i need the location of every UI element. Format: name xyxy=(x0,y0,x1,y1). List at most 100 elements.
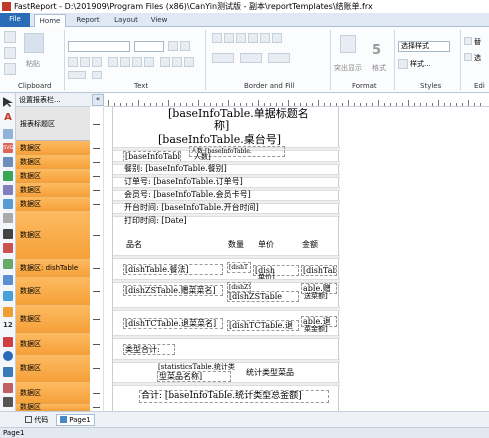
collapse-minus-icon[interactable] xyxy=(93,291,100,292)
field-stat-amount[interactable]: 统计类型菜品 xyxy=(245,368,295,377)
band-label[interactable]: 数据区 xyxy=(16,141,90,155)
report-page[interactable]: [baseInfoTable.单据标题名 称] [baseInfoTable.桌… xyxy=(112,107,340,411)
format-button[interactable]: 格式 xyxy=(372,63,386,73)
field-stat-name-cont[interactable]: 型菜品名称] xyxy=(157,371,231,382)
collapse-minus-icon[interactable] xyxy=(93,393,100,394)
paste-button[interactable]: 粘贴 xyxy=(26,59,40,69)
column-header-amount[interactable]: 金额 xyxy=(301,240,319,249)
tab-home[interactable]: Home xyxy=(34,14,66,27)
valign-bottom-icon[interactable] xyxy=(184,57,194,67)
text-object-icon[interactable]: A xyxy=(3,113,13,123)
tab-view[interactable]: View xyxy=(146,14,172,27)
tab-layout[interactable]: Layout xyxy=(110,14,142,27)
find-icon[interactable] xyxy=(464,37,472,45)
subreport-icon[interactable] xyxy=(3,185,13,195)
select-all-icon[interactable] xyxy=(464,53,472,61)
html-object-icon[interactable] xyxy=(3,367,13,377)
svg-object-icon[interactable]: SVG xyxy=(3,143,13,153)
collapse-minus-icon[interactable] xyxy=(93,176,100,177)
field-print-time[interactable]: 打印时间: [Date] xyxy=(123,216,188,225)
collapse-minus-icon[interactable] xyxy=(93,148,100,149)
shrink-font-icon[interactable] xyxy=(180,41,190,51)
matrix-object-icon[interactable] xyxy=(3,213,13,223)
tab-file[interactable]: File xyxy=(0,13,30,27)
align-center-icon[interactable] xyxy=(120,57,130,67)
band-label[interactable]: 数据区 xyxy=(16,183,90,197)
align-left-icon[interactable] xyxy=(108,57,118,67)
valign-middle-icon[interactable] xyxy=(172,57,182,67)
copy-icon[interactable] xyxy=(4,47,16,59)
field-return-dish-name[interactable]: [dishTCTable.退菜菜名] xyxy=(123,318,223,329)
format-painter-icon[interactable] xyxy=(4,63,16,75)
tab-page1[interactable]: Page1 xyxy=(56,414,95,426)
band-label[interactable]: 数据区 xyxy=(16,169,90,183)
collapse-minus-icon[interactable] xyxy=(93,190,100,191)
richtext-icon[interactable] xyxy=(3,291,13,301)
field-meal-type[interactable]: 餐别: [baseInfoTable.餐别] xyxy=(123,164,228,173)
chevron-double-left-icon[interactable]: « xyxy=(92,94,104,106)
band-label[interactable]: 数据区 xyxy=(16,197,90,211)
configure-bands-button[interactable]: 设置报表栏... xyxy=(16,93,90,107)
shape-object-icon[interactable] xyxy=(3,171,13,181)
fill-color-icon[interactable] xyxy=(212,53,234,63)
bold-icon[interactable] xyxy=(68,57,78,67)
collapse-minus-icon[interactable] xyxy=(93,235,100,236)
grow-font-icon[interactable] xyxy=(168,41,178,51)
design-canvas[interactable]: [baseInfoTable.单据标题名 称] [baseInfoTable.桌… xyxy=(104,107,489,411)
band-label[interactable]: 报表标题区 xyxy=(16,107,90,141)
font-size-combo[interactable] xyxy=(134,41,164,52)
cut-icon[interactable] xyxy=(4,31,16,43)
line-object-icon[interactable] xyxy=(3,157,13,167)
band-label[interactable]: 数据区 xyxy=(16,355,90,382)
column-header-price[interactable]: 单价 xyxy=(257,240,275,249)
replace-button[interactable]: 替 xyxy=(474,37,481,47)
polyline-icon[interactable] xyxy=(3,383,13,393)
map-icon[interactable] xyxy=(3,243,13,253)
font-color-icon[interactable] xyxy=(68,71,86,79)
collapse-minus-icon[interactable] xyxy=(93,124,100,125)
field-type-subtotal[interactable]: 类型合计: xyxy=(123,344,175,355)
border-left-icon[interactable] xyxy=(236,33,246,43)
pointer-icon[interactable] xyxy=(3,97,13,107)
justify-icon[interactable] xyxy=(144,57,154,67)
collapse-minus-icon[interactable] xyxy=(93,319,100,320)
style-icon[interactable] xyxy=(398,59,408,69)
italic-icon[interactable] xyxy=(80,57,90,67)
picture-object-icon[interactable] xyxy=(3,129,13,139)
field-dish-qty[interactable]: [dishT xyxy=(227,262,251,273)
border-none-icon[interactable] xyxy=(272,33,282,43)
style-button[interactable]: 样式... xyxy=(410,59,431,69)
border-bottom-icon[interactable] xyxy=(224,33,234,43)
zipcode-icon[interactable]: 12 xyxy=(3,321,13,331)
line-width-icon[interactable] xyxy=(268,53,290,63)
valign-top-icon[interactable] xyxy=(160,57,170,67)
field-dish-amount[interactable]: [dishTable.金额] xyxy=(301,265,337,276)
border-top-icon[interactable] xyxy=(212,33,222,43)
field-title-name-cont[interactable]: 称] xyxy=(213,120,230,132)
highlight-button[interactable]: 突出显示 xyxy=(334,63,362,73)
format-number-icon[interactable]: 5 xyxy=(372,43,381,58)
barcode-icon[interactable] xyxy=(3,229,13,239)
band-label[interactable]: 数据区 xyxy=(16,333,90,355)
field-gift-dish-price[interactable]: [dishZSTable xyxy=(227,291,299,302)
field-dish-name[interactable]: [dishTable.餐法] xyxy=(123,264,223,275)
collapse-minus-icon[interactable] xyxy=(93,407,100,408)
select-button[interactable]: 选 xyxy=(474,53,481,63)
collapse-minus-icon[interactable] xyxy=(93,268,100,269)
band-label[interactable]: 数据区 xyxy=(16,211,90,259)
gauge-icon[interactable] xyxy=(3,307,13,317)
field-gift-dish-name[interactable]: [dishZSTable.赠菜菜名] xyxy=(123,285,223,296)
band-label[interactable]: 数据区 xyxy=(16,277,90,305)
band-label[interactable]: 数据区: dishTable xyxy=(16,259,90,277)
table-object-icon[interactable] xyxy=(3,199,13,209)
tab-code[interactable]: 代码 xyxy=(22,414,51,426)
digital-signature-icon[interactable] xyxy=(3,351,13,361)
field-open-time[interactable]: 开台时间: [baseInfoTable.开台时间] xyxy=(123,203,260,212)
collapse-minus-icon[interactable] xyxy=(93,344,100,345)
field-return-dish-amount-cont[interactable]: 菜金额] xyxy=(303,325,329,334)
polygon-icon[interactable] xyxy=(3,397,13,407)
angle-icon[interactable] xyxy=(92,71,102,79)
collapse-minus-icon[interactable] xyxy=(93,368,100,369)
border-right-icon[interactable] xyxy=(248,33,258,43)
field-gift-dish-amount-cont[interactable]: 送菜额] xyxy=(303,292,329,301)
